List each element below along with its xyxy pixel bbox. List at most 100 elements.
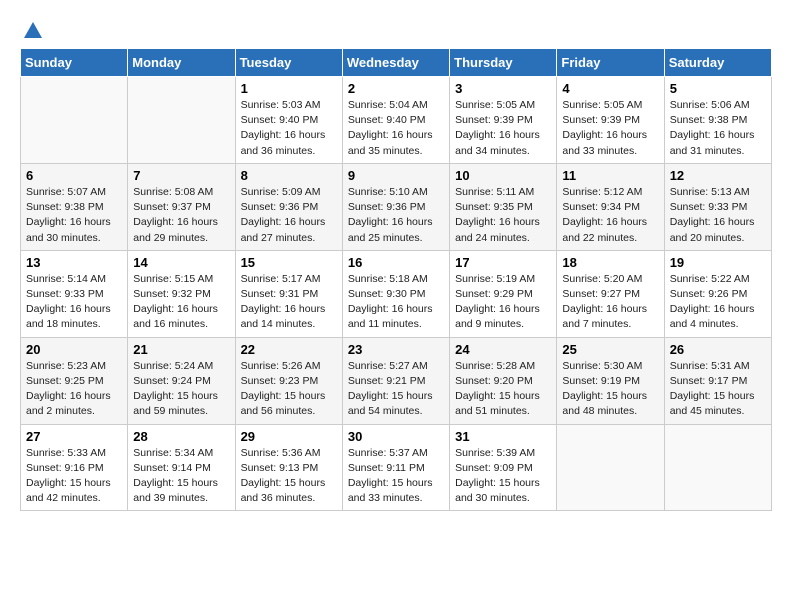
day-number: 24	[455, 342, 551, 357]
day-number: 14	[133, 255, 229, 270]
calendar-cell: 1 Sunrise: 5:03 AM Sunset: 9:40 PM Daylig…	[235, 77, 342, 164]
calendar-week: 13 Sunrise: 5:14 AM Sunset: 9:33 PM Dayli…	[21, 250, 772, 337]
day-info: Sunrise: 5:12 AM Sunset: 9:34 PM Dayligh…	[562, 186, 647, 244]
day-number: 18	[562, 255, 658, 270]
day-info: Sunrise: 5:23 AM Sunset: 9:25 PM Dayligh…	[26, 360, 111, 418]
calendar-cell: 6 Sunrise: 5:07 AM Sunset: 9:38 PM Daylig…	[21, 163, 128, 250]
day-number: 22	[241, 342, 337, 357]
calendar-cell: 16 Sunrise: 5:18 AM Sunset: 9:30 PM Dayli…	[342, 250, 449, 337]
day-info: Sunrise: 5:07 AM Sunset: 9:38 PM Dayligh…	[26, 186, 111, 244]
logo	[20, 20, 44, 38]
calendar-cell: 22 Sunrise: 5:26 AM Sunset: 9:23 PM Dayli…	[235, 337, 342, 424]
calendar-cell: 18 Sunrise: 5:20 AM Sunset: 9:27 PM Dayli…	[557, 250, 664, 337]
calendar-cell: 8 Sunrise: 5:09 AM Sunset: 9:36 PM Daylig…	[235, 163, 342, 250]
calendar-cell: 13 Sunrise: 5:14 AM Sunset: 9:33 PM Dayli…	[21, 250, 128, 337]
page-header	[20, 20, 772, 38]
day-number: 29	[241, 429, 337, 444]
calendar-cell: 29 Sunrise: 5:36 AM Sunset: 9:13 PM Dayli…	[235, 424, 342, 511]
day-info: Sunrise: 5:30 AM Sunset: 9:19 PM Dayligh…	[562, 360, 647, 418]
calendar-cell: 15Sunrise: 5:17 AM Sunset: 9:31 PM Dayli…	[235, 250, 342, 337]
day-info: Sunrise: 5:39 AM Sunset: 9:09 PM Dayligh…	[455, 447, 540, 505]
weekday-header: Monday	[128, 49, 235, 77]
calendar-cell: 4 Sunrise: 5:05 AM Sunset: 9:39 PM Daylig…	[557, 77, 664, 164]
calendar-week: 1 Sunrise: 5:03 AM Sunset: 9:40 PM Daylig…	[21, 77, 772, 164]
weekday-header: Thursday	[450, 49, 557, 77]
calendar-cell	[128, 77, 235, 164]
calendar-week: 6 Sunrise: 5:07 AM Sunset: 9:38 PM Daylig…	[21, 163, 772, 250]
calendar-header: SundayMondayTuesdayWednesdayThursdayFrid…	[21, 49, 772, 77]
day-number: 7	[133, 168, 229, 183]
calendar-cell: 25 Sunrise: 5:30 AM Sunset: 9:19 PM Dayli…	[557, 337, 664, 424]
day-info: Sunrise: 5:19 AM Sunset: 9:29 PM Dayligh…	[455, 273, 540, 331]
day-number: 17	[455, 255, 551, 270]
day-info: Sunrise: 5:18 AM Sunset: 9:30 PM Dayligh…	[348, 273, 433, 331]
day-info: Sunrise: 5:22 AM Sunset: 9:26 PM Dayligh…	[670, 273, 755, 331]
logo-icon	[22, 20, 44, 42]
calendar-cell	[21, 77, 128, 164]
calendar-cell: 19Sunrise: 5:22 AM Sunset: 9:26 PM Dayli…	[664, 250, 771, 337]
day-number: 26	[670, 342, 766, 357]
calendar-cell: 12Sunrise: 5:13 AM Sunset: 9:33 PM Dayli…	[664, 163, 771, 250]
calendar-cell: 28Sunrise: 5:34 AM Sunset: 9:14 PM Dayli…	[128, 424, 235, 511]
calendar-cell: 2 Sunrise: 5:04 AM Sunset: 9:40 PM Daylig…	[342, 77, 449, 164]
day-number: 6	[26, 168, 122, 183]
day-info: Sunrise: 5:13 AM Sunset: 9:33 PM Dayligh…	[670, 186, 755, 244]
calendar-cell: 7 Sunrise: 5:08 AM Sunset: 9:37 PM Daylig…	[128, 163, 235, 250]
day-info: Sunrise: 5:14 AM Sunset: 9:33 PM Dayligh…	[26, 273, 111, 331]
day-number: 20	[26, 342, 122, 357]
day-info: Sunrise: 5:31 AM Sunset: 9:17 PM Dayligh…	[670, 360, 755, 418]
calendar-cell	[557, 424, 664, 511]
calendar-cell: 26 Sunrise: 5:31 AM Sunset: 9:17 PM Dayli…	[664, 337, 771, 424]
calendar-cell: 20 Sunrise: 5:23 AM Sunset: 9:25 PM Dayli…	[21, 337, 128, 424]
calendar-week: 20 Sunrise: 5:23 AM Sunset: 9:25 PM Dayli…	[21, 337, 772, 424]
day-number: 23	[348, 342, 444, 357]
day-info: Sunrise: 5:09 AM Sunset: 9:36 PM Dayligh…	[241, 186, 326, 244]
day-info: Sunrise: 5:11 AM Sunset: 9:35 PM Dayligh…	[455, 186, 540, 244]
day-info: Sunrise: 5:03 AM Sunset: 9:40 PM Dayligh…	[241, 99, 326, 157]
day-number: 27	[26, 429, 122, 444]
day-info: Sunrise: 5:36 AM Sunset: 9:13 PM Dayligh…	[241, 447, 326, 505]
day-info: Sunrise: 5:04 AM Sunset: 9:40 PM Dayligh…	[348, 99, 433, 157]
calendar-week: 27Sunrise: 5:33 AM Sunset: 9:16 PM Dayli…	[21, 424, 772, 511]
day-number: 10	[455, 168, 551, 183]
day-info: Sunrise: 5:05 AM Sunset: 9:39 PM Dayligh…	[455, 99, 540, 157]
calendar-cell: 27Sunrise: 5:33 AM Sunset: 9:16 PM Dayli…	[21, 424, 128, 511]
day-info: Sunrise: 5:20 AM Sunset: 9:27 PM Dayligh…	[562, 273, 647, 331]
day-info: Sunrise: 5:08 AM Sunset: 9:37 PM Dayligh…	[133, 186, 218, 244]
calendar-cell: 14 Sunrise: 5:15 AM Sunset: 9:32 PM Dayli…	[128, 250, 235, 337]
day-info: Sunrise: 5:27 AM Sunset: 9:21 PM Dayligh…	[348, 360, 433, 418]
calendar-cell: 24 Sunrise: 5:28 AM Sunset: 9:20 PM Dayli…	[450, 337, 557, 424]
calendar-cell	[664, 424, 771, 511]
day-number: 21	[133, 342, 229, 357]
calendar-cell: 23 Sunrise: 5:27 AM Sunset: 9:21 PM Dayli…	[342, 337, 449, 424]
weekday-header: Tuesday	[235, 49, 342, 77]
day-number: 11	[562, 168, 658, 183]
day-number: 4	[562, 81, 658, 96]
calendar-cell: 11 Sunrise: 5:12 AM Sunset: 9:34 PM Dayli…	[557, 163, 664, 250]
day-number: 3	[455, 81, 551, 96]
calendar-cell: 10 Sunrise: 5:11 AM Sunset: 9:35 PM Dayli…	[450, 163, 557, 250]
calendar-cell: 3 Sunrise: 5:05 AM Sunset: 9:39 PM Daylig…	[450, 77, 557, 164]
day-number: 8	[241, 168, 337, 183]
calendar-cell: 21 Sunrise: 5:24 AM Sunset: 9:24 PM Dayli…	[128, 337, 235, 424]
day-info: Sunrise: 5:24 AM Sunset: 9:24 PM Dayligh…	[133, 360, 218, 418]
weekday-header: Sunday	[21, 49, 128, 77]
day-number: 5	[670, 81, 766, 96]
weekday-header: Friday	[557, 49, 664, 77]
day-info: Sunrise: 5:28 AM Sunset: 9:20 PM Dayligh…	[455, 360, 540, 418]
day-info: Sunrise: 5:15 AM Sunset: 9:32 PM Dayligh…	[133, 273, 218, 331]
calendar-cell: 31Sunrise: 5:39 AM Sunset: 9:09 PM Dayli…	[450, 424, 557, 511]
day-info: Sunrise: 5:26 AM Sunset: 9:23 PM Dayligh…	[241, 360, 326, 418]
day-info: Sunrise: 5:05 AM Sunset: 9:39 PM Dayligh…	[562, 99, 647, 157]
calendar-cell: 17 Sunrise: 5:19 AM Sunset: 9:29 PM Dayli…	[450, 250, 557, 337]
day-info: Sunrise: 5:17 AM Sunset: 9:31 PM Dayligh…	[241, 273, 326, 331]
day-number: 1	[241, 81, 337, 96]
day-number: 13	[26, 255, 122, 270]
day-info: Sunrise: 5:34 AM Sunset: 9:14 PM Dayligh…	[133, 447, 218, 505]
calendar-table: SundayMondayTuesdayWednesdayThursdayFrid…	[20, 48, 772, 511]
day-number: 16	[348, 255, 444, 270]
day-number: 2	[348, 81, 444, 96]
weekday-header: Saturday	[664, 49, 771, 77]
day-number: 30	[348, 429, 444, 444]
day-number: 25	[562, 342, 658, 357]
